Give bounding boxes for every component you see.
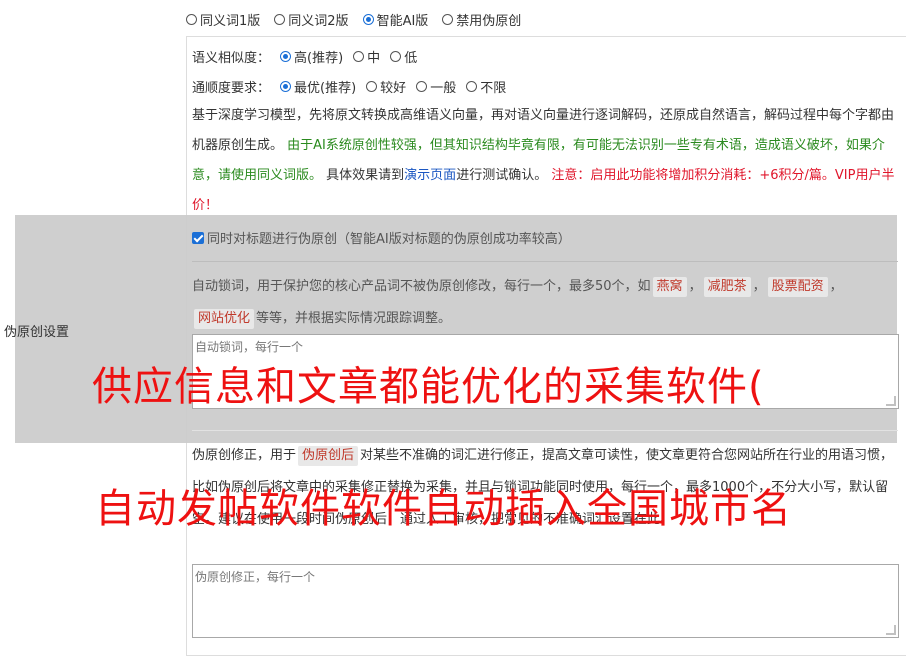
separator: ， [688,279,702,294]
example-tag: 燕窝 [652,277,687,297]
similarity-high-option[interactable]: 高(推荐) [280,47,343,66]
similarity-low-option[interactable]: 低 [390,47,417,66]
mode-disable-option[interactable]: 禁用伪原创 [442,10,521,29]
radio-button[interactable] [466,80,478,92]
similarity-mid-option[interactable]: 中 [353,47,380,66]
option-label: 中 [367,50,381,66]
placeholder-text: 自动锁词，每行一个 [195,340,304,354]
mode-label: 禁用伪原创 [456,13,522,29]
fluency-best-option[interactable]: 最优(推荐) [280,77,356,96]
radio-button[interactable] [280,80,292,92]
option-label: 高(推荐) [294,50,344,66]
desc-text: 自动锁词，用于保护您的核心产品词不被伪原创修改，每行一个，最多50个，如 [192,279,651,294]
fluency-normal-option[interactable]: 一般 [416,77,456,96]
mode-label: 同义词2版 [288,13,349,29]
desc-text: 具体效果请到 [326,168,405,183]
pseudo-original-settings-label: 伪原创设置 [4,325,70,340]
option-label: 最优(推荐) [294,80,357,96]
title-rewrite-checkbox[interactable] [192,231,204,244]
radio-button[interactable] [442,13,454,25]
ai-description: 基于深度学习模型，先将原文转换成高维语义向量，再对语义向量进行逐词解码，还原成自… [192,101,898,221]
radio-button[interactable] [274,13,286,25]
resize-grip-icon[interactable] [886,396,896,406]
watermark-line-2: 自动发帖软件软件自动插入全国城市名 [95,486,792,532]
radio-button[interactable] [362,13,374,25]
radio-button[interactable] [390,50,402,62]
correction-textarea[interactable]: 伪原创修正，每行一个 [192,564,899,638]
mode-label: 智能AI版 [376,13,429,29]
mode-synonym-1-option[interactable]: 同义词1版 [186,10,260,29]
similarity-label: 语义相似度： [192,50,271,66]
demo-page-link[interactable]: 演示页面 [404,168,456,183]
similarity-row: 语义相似度： 高(推荐) 中 低 [192,46,417,66]
mode-ai-option[interactable]: 智能AI版 [362,10,429,29]
resize-grip-icon[interactable] [886,625,896,635]
mode-synonym-2-option[interactable]: 同义词2版 [274,10,349,29]
example-tag: 减肥茶 [703,277,751,297]
separator: ， [829,279,843,294]
desc-text: 伪原创修正，用于 [192,448,297,463]
fluency-good-option[interactable]: 较好 [366,77,406,96]
option-label: 较好 [380,80,407,96]
desc-text: 等等，并根据实际情况跟踪调整。 [256,311,452,326]
fluency-any-option[interactable]: 不限 [466,77,506,96]
example-tag: 股票配资 [767,277,828,297]
example-tag: 伪原创后 [298,446,359,466]
radio-button[interactable] [353,50,365,62]
option-label: 一般 [430,80,457,96]
fluency-label: 通顺度要求： [192,80,271,96]
rewrite-mode-group: 同义词1版 同义词2版 智能AI版 禁用伪原创 [186,9,521,29]
separator: ， [752,279,766,294]
divider [192,261,898,262]
option-label: 低 [404,50,418,66]
option-label: 不限 [480,80,507,96]
desc-text: 进行测试确认。 [456,168,548,183]
lock-words-description: 自动锁词，用于保护您的核心产品词不被伪原创修改，每行一个，最多50个，如 燕窝，减… [192,271,898,335]
watermark-line-1: 供应信息和文章都能优化的采集软件( [92,364,765,410]
placeholder-text: 伪原创修正，每行一个 [195,570,316,584]
mode-label: 同义词1版 [200,13,261,29]
divider [192,430,898,431]
radio-button[interactable] [416,80,428,92]
radio-button[interactable] [366,80,378,92]
radio-button[interactable] [186,13,197,25]
radio-button[interactable] [280,50,292,62]
title-rewrite-checkbox-row[interactable]: 同时对标题进行伪原创（智能AI版对标题的伪原创成功率较高） [192,228,571,247]
title-rewrite-label: 同时对标题进行伪原创（智能AI版对标题的伪原创成功率较高） [207,232,571,247]
example-tag: 网站优化 [194,309,255,329]
fluency-row: 通顺度要求： 最优(推荐) 较好 一般 不限 [192,76,506,96]
